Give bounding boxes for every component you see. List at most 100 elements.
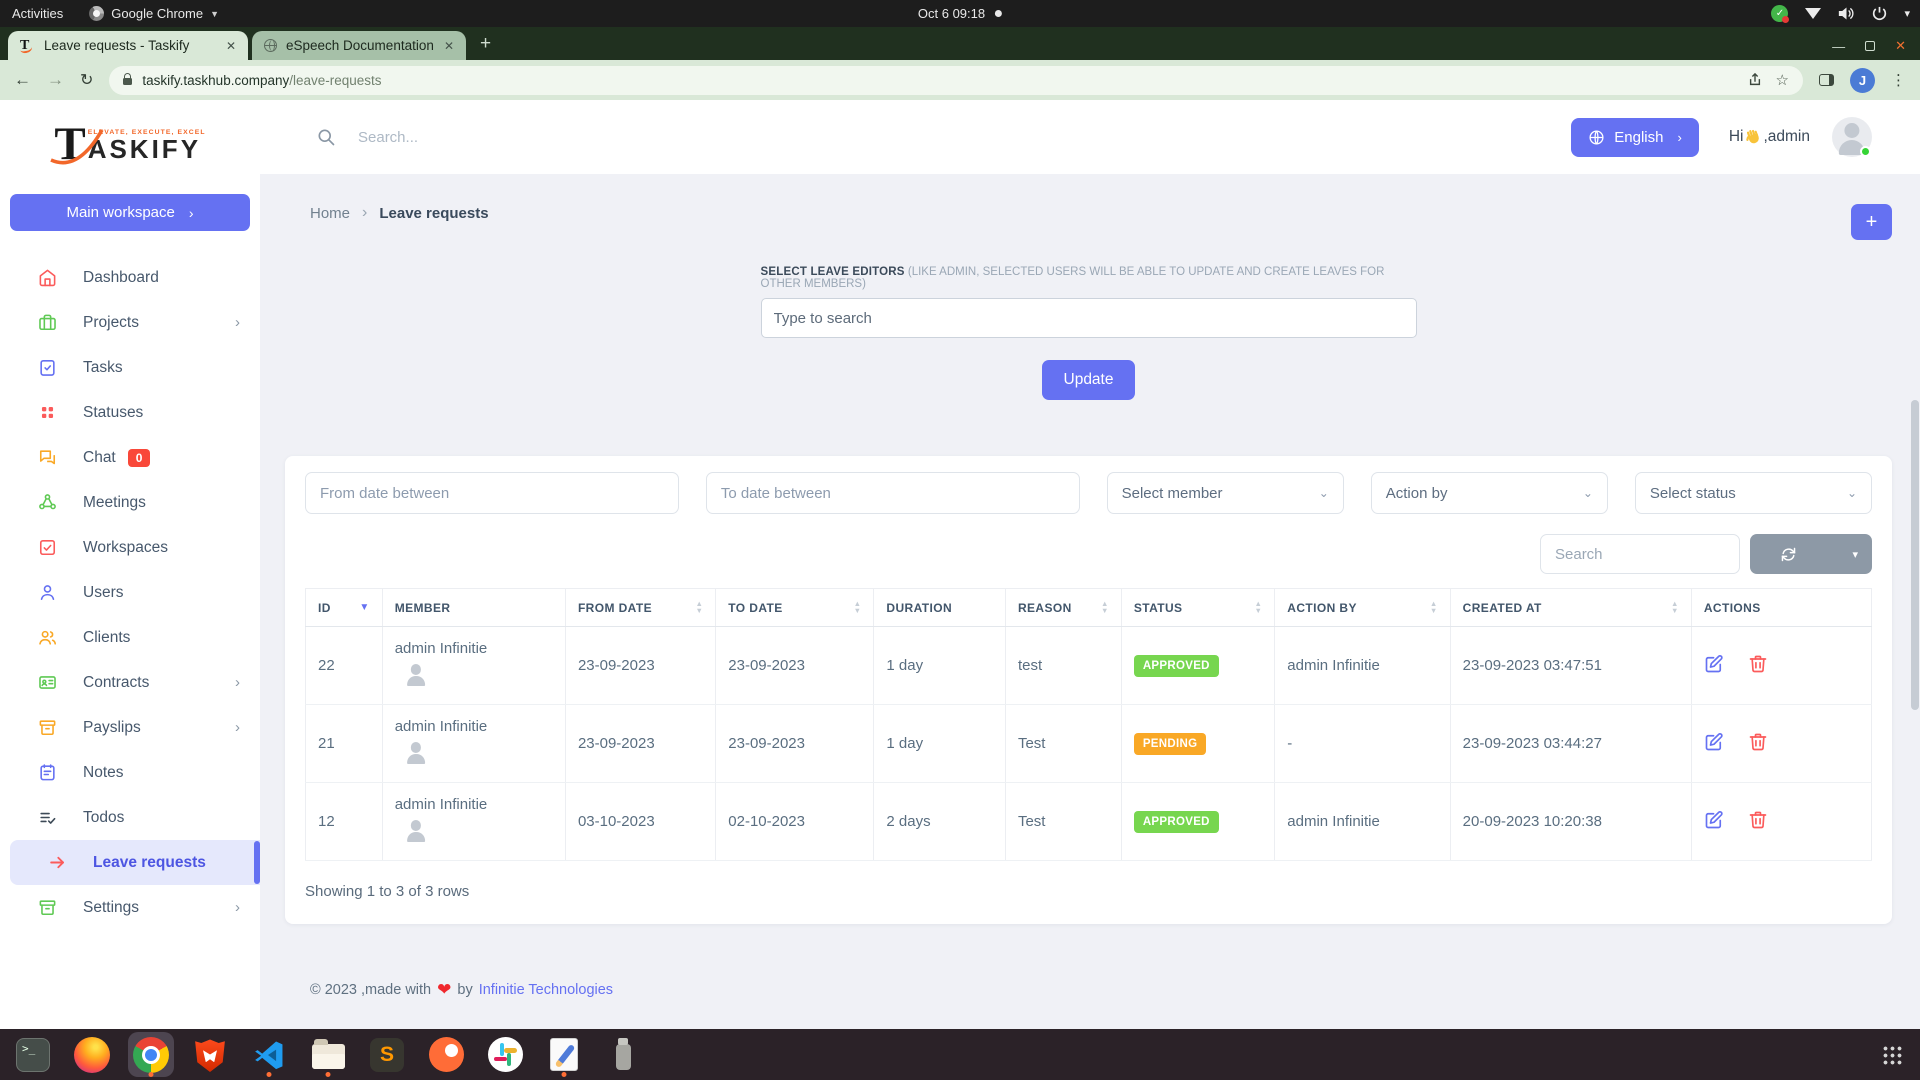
global-search[interactable]: Search...: [316, 127, 418, 147]
window-minimize-button[interactable]: —: [1832, 39, 1845, 54]
sublime-text-icon[interactable]: S: [364, 1032, 410, 1077]
column-header-id[interactable]: ID▼: [306, 589, 383, 627]
refresh-button[interactable]: ▾: [1750, 534, 1872, 574]
brave-icon[interactable]: [187, 1032, 233, 1077]
edit-icon[interactable]: [1704, 810, 1724, 834]
usb-device-icon[interactable]: [600, 1032, 646, 1077]
breadcrumb-home-link[interactable]: Home: [310, 205, 350, 222]
to-date-filter-input[interactable]: [706, 472, 1080, 514]
side-panel-icon[interactable]: [1819, 74, 1834, 86]
lock-icon[interactable]: [123, 78, 132, 85]
window-restore-button[interactable]: [1865, 41, 1875, 51]
sidebar-item-users[interactable]: Users: [0, 570, 260, 615]
browser-menu-icon[interactable]: ⋮: [1891, 71, 1906, 89]
user-avatar[interactable]: [1832, 117, 1872, 157]
cell-member: admin Infinitie: [382, 705, 565, 783]
sidebar-item-dashboard[interactable]: Dashboard: [0, 255, 260, 300]
delete-icon[interactable]: [1748, 654, 1768, 678]
sidebar-item-settings[interactable]: Settings ›: [0, 885, 260, 930]
from-date-filter-input[interactable]: [305, 472, 679, 514]
activities-button[interactable]: Activities: [12, 6, 63, 21]
sidebar-item-chat[interactable]: Chat 0: [0, 435, 260, 480]
address-bar[interactable]: taskify.taskhub.company/leave-requests ☆: [109, 66, 1803, 95]
tab-close-icon[interactable]: ✕: [226, 39, 236, 53]
back-button[interactable]: ←: [14, 70, 31, 90]
add-leave-request-button[interactable]: +: [1851, 204, 1892, 240]
browser-profile-avatar[interactable]: J: [1850, 68, 1875, 93]
clock[interactable]: Oct 6 09:18: [918, 6, 1002, 21]
tab-espeech-documentation[interactable]: eSpeech Documentation ✕: [252, 31, 466, 60]
cell-to-date: 23-09-2023: [716, 627, 874, 705]
chevron-down-icon[interactable]: ▾: [1904, 7, 1910, 20]
edit-icon[interactable]: [1704, 654, 1724, 678]
language-button[interactable]: English ›: [1571, 118, 1699, 157]
browser-tab-strip: T Leave requests - Taskify ✕ eSpeech Doc…: [0, 27, 1920, 60]
new-tab-button[interactable]: +: [480, 33, 491, 55]
tab-close-icon[interactable]: ✕: [444, 39, 454, 53]
column-header-created-at[interactable]: CREATED AT▲▼: [1450, 589, 1691, 627]
app-menu[interactable]: Google Chrome ▼: [89, 6, 219, 21]
column-header-reason[interactable]: REASON▲▼: [1005, 589, 1121, 627]
table-search-input[interactable]: [1540, 534, 1740, 574]
column-header-duration[interactable]: DURATION: [874, 589, 1006, 627]
text-editor-icon[interactable]: [541, 1032, 587, 1077]
sort-icon: ▲▼: [1101, 601, 1109, 614]
app-grid-icon[interactable]: [1882, 1045, 1902, 1065]
sidebar-item-notes[interactable]: Notes: [0, 750, 260, 795]
taskify-logo[interactable]: T ELEVATE, EXECUTE, EXCEL ASKIFY: [0, 100, 260, 186]
sidebar-item-contracts[interactable]: Contracts ›: [0, 660, 260, 705]
sidebar-item-clients[interactable]: Clients: [0, 615, 260, 660]
leave-editors-search-input[interactable]: [761, 298, 1417, 338]
files-icon[interactable]: [305, 1032, 351, 1077]
status-select[interactable]: Select status ⌄: [1635, 472, 1872, 514]
system-tray[interactable]: ✓ ▾: [1771, 5, 1920, 22]
window-close-button[interactable]: ✕: [1895, 38, 1906, 54]
url-domain: taskify.taskhub.company: [142, 73, 289, 88]
column-header-actions[interactable]: ACTIONS: [1691, 589, 1871, 627]
sidebar-item-todos[interactable]: Todos: [0, 795, 260, 840]
delete-icon[interactable]: [1748, 732, 1768, 756]
chrome-icon[interactable]: [128, 1032, 174, 1077]
edit-icon[interactable]: [1704, 732, 1724, 756]
sidebar-item-meetings[interactable]: Meetings: [0, 480, 260, 525]
delete-icon[interactable]: [1748, 810, 1768, 834]
column-header-to-date[interactable]: TO DATE▲▼: [716, 589, 874, 627]
share-icon[interactable]: [1748, 73, 1762, 87]
postman-icon[interactable]: [423, 1032, 469, 1077]
column-header-member[interactable]: MEMBER: [382, 589, 565, 627]
update-button[interactable]: Update: [1042, 360, 1135, 400]
power-icon[interactable]: [1872, 6, 1887, 21]
sidebar-item-projects[interactable]: Projects ›: [0, 300, 260, 345]
column-header-status[interactable]: STATUS▲▼: [1121, 589, 1274, 627]
column-header-from-date[interactable]: FROM DATE▲▼: [565, 589, 715, 627]
vscode-icon[interactable]: [246, 1032, 292, 1077]
sidebar-item-workspaces[interactable]: Workspaces: [0, 525, 260, 570]
member-select[interactable]: Select member ⌄: [1107, 472, 1344, 514]
firefox-icon[interactable]: [69, 1032, 115, 1077]
page-scrollbar[interactable]: [1910, 100, 1919, 1029]
forward-button[interactable]: →: [47, 70, 64, 90]
sidebar-item-tasks[interactable]: Tasks: [0, 345, 260, 390]
main-workspace-button[interactable]: Main workspace ›: [10, 194, 250, 231]
screenshot-indicator-icon[interactable]: ✓: [1771, 5, 1788, 22]
sidebar-item-leave-requests[interactable]: Leave requests: [10, 840, 260, 885]
reload-button[interactable]: ↻: [80, 70, 93, 90]
infinitie-technologies-link[interactable]: Infinitie Technologies: [479, 982, 613, 998]
bookmark-star-icon[interactable]: ☆: [1776, 71, 1789, 89]
scrollbar-thumb[interactable]: [1911, 400, 1919, 710]
logo-swoosh-icon: [46, 122, 106, 170]
status-badge: APPROVED: [1134, 655, 1219, 677]
globe-favicon: [264, 39, 277, 52]
volume-icon[interactable]: [1838, 6, 1855, 21]
url-path: /leave-requests: [289, 73, 381, 88]
tab-leave-requests[interactable]: T Leave requests - Taskify ✕: [8, 31, 248, 60]
cell-action-by: admin Infinitie: [1275, 627, 1450, 705]
slack-icon[interactable]: [482, 1032, 528, 1077]
action-by-select[interactable]: Action by ⌄: [1371, 472, 1608, 514]
status-badge: PENDING: [1134, 733, 1207, 755]
terminal-icon[interactable]: >_: [10, 1032, 56, 1077]
column-header-action-by[interactable]: ACTION BY▲▼: [1275, 589, 1450, 627]
wifi-icon[interactable]: [1805, 8, 1821, 19]
sidebar-item-statuses[interactable]: Statuses: [0, 390, 260, 435]
sidebar-item-payslips[interactable]: Payslips ›: [0, 705, 260, 750]
